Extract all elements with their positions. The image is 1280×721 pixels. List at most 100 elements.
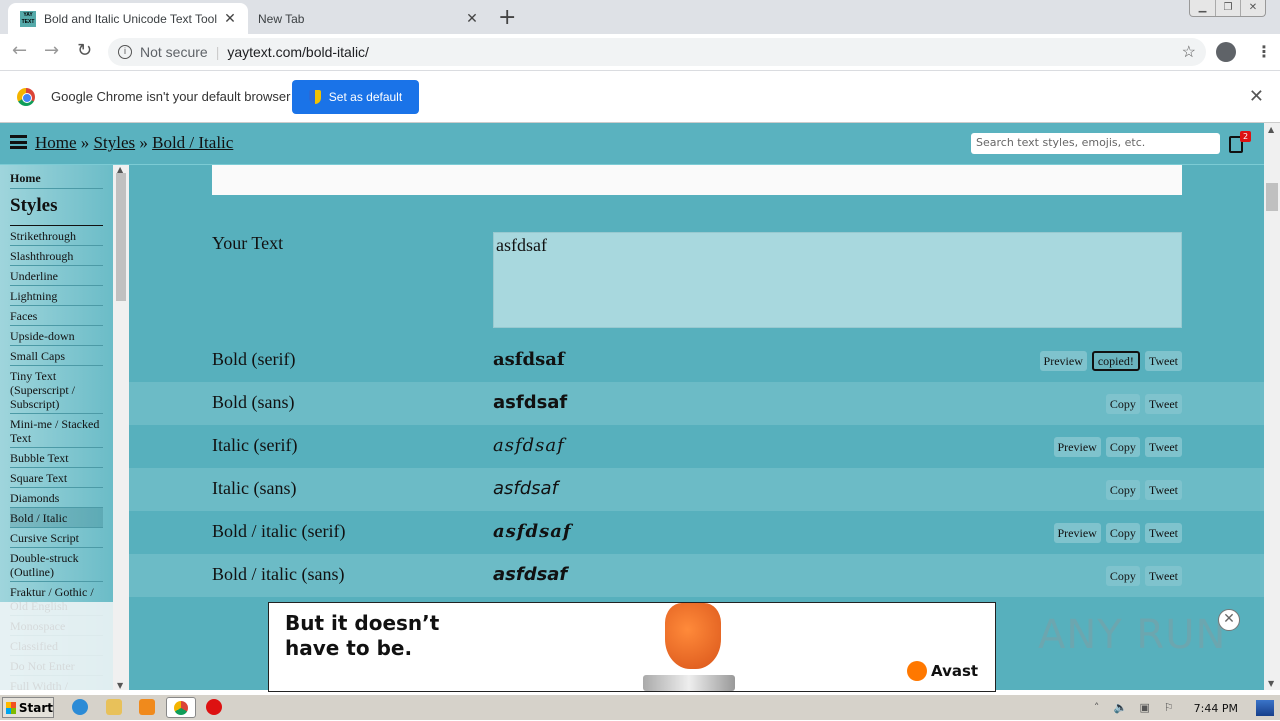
style-row: Italic (sans) asfdsaf Copy Tweet xyxy=(129,468,1264,511)
sidebar-item[interactable]: Mini-me / Stacked Text xyxy=(10,414,103,448)
style-output[interactable]: asfdsaf xyxy=(493,521,572,542)
tweet-button[interactable]: Tweet xyxy=(1144,566,1182,586)
copy-button[interactable]: Copy xyxy=(1105,437,1140,457)
row-actions: Preview copied! Tweet xyxy=(1039,351,1182,371)
sidebar-item[interactable]: Cursive Script xyxy=(10,528,103,548)
sidebar-item[interactable]: Square Text xyxy=(10,468,103,488)
volume-icon[interactable]: 🔈 xyxy=(1114,701,1128,715)
infobar-close-icon[interactable]: ✕ xyxy=(1249,86,1264,107)
sidebar-item[interactable]: Strikethrough xyxy=(10,226,103,246)
divider: | xyxy=(215,44,220,60)
breadcrumb-home[interactable]: Home xyxy=(35,133,77,152)
network-warning-icon[interactable]: ▣ xyxy=(1138,701,1152,715)
sidebar-item[interactable]: Underline xyxy=(10,266,103,286)
tweet-button[interactable]: Tweet xyxy=(1144,351,1182,371)
breadcrumb-styles[interactable]: Styles xyxy=(94,133,136,152)
sidebar-item[interactable]: Small Caps xyxy=(10,346,103,366)
tweet-button[interactable]: Tweet xyxy=(1144,523,1182,543)
tab-yaytext[interactable]: YAY TEXT Bold and Italic Unicode Text To… xyxy=(8,3,248,34)
file-explorer-icon[interactable] xyxy=(106,699,122,715)
breadcrumb-bold-italic[interactable]: Bold / Italic xyxy=(152,133,233,152)
sidebar-item[interactable]: Upside-down xyxy=(10,326,103,346)
style-output[interactable]: asfdsaf xyxy=(493,392,567,413)
sidebar-item[interactable]: Lightning xyxy=(10,286,103,306)
style-label: Bold / italic (serif) xyxy=(212,521,346,541)
scroll-down-arrow-icon[interactable]: ▼ xyxy=(1268,679,1274,688)
forward-arrow-icon[interactable]: → xyxy=(44,40,59,61)
hamburger-menu-icon[interactable] xyxy=(10,135,27,149)
sidebar-item-home[interactable]: Home xyxy=(10,165,103,189)
security-status: Not secure xyxy=(140,44,208,60)
sidebar-item[interactable]: Slashthrough xyxy=(10,246,103,266)
opera-icon[interactable] xyxy=(206,699,222,715)
show-desktop-button[interactable] xyxy=(1256,700,1274,716)
site-header: Home » Styles » Bold / Italic Search tex… xyxy=(0,123,1264,165)
reload-icon[interactable]: ↻ xyxy=(77,40,92,61)
action-center-flag-icon[interactable]: ⚐ xyxy=(1162,701,1176,715)
row-actions: Copy Tweet xyxy=(1105,480,1182,500)
avast-ad-banner[interactable]: But it doesn’t have to be. Avast xyxy=(268,602,996,692)
style-row: Bold (serif) asfdsaf Preview copied! Tweet xyxy=(129,339,1264,382)
style-output[interactable]: asfdsaf xyxy=(493,478,558,499)
site-search-input[interactable]: Search text styles, emojis, etc. xyxy=(971,133,1220,154)
copy-button[interactable]: Copy xyxy=(1105,480,1140,500)
tweet-button[interactable]: Tweet xyxy=(1144,437,1182,457)
style-output[interactable]: asfdsaf xyxy=(493,435,565,456)
ad-headline-line-1: But it doesn’t xyxy=(285,611,440,635)
sidebar-item[interactable]: Diamonds xyxy=(10,488,103,508)
copy-button[interactable]: Copy xyxy=(1105,523,1140,543)
preview-button[interactable]: Preview xyxy=(1053,437,1101,457)
page-scroll-thumb[interactable] xyxy=(1266,183,1278,211)
bookmark-star-icon[interactable]: ☆ xyxy=(1182,42,1196,62)
restore-icon[interactable]: ❐ xyxy=(1215,0,1240,16)
tab-title: Bold and Italic Unicode Text Tool - B xyxy=(44,11,220,26)
sidebar-scroll-thumb[interactable] xyxy=(116,173,126,301)
media-player-icon[interactable] xyxy=(139,699,155,715)
show-hidden-icons-icon[interactable]: ˄ xyxy=(1090,701,1104,715)
set-as-default-button[interactable]: Set as default xyxy=(292,80,419,114)
address-bar[interactable]: i Not secure | yaytext.com/bold-italic/ … xyxy=(108,38,1206,66)
ad-close-icon[interactable]: ✕ xyxy=(1218,609,1240,631)
profile-avatar-icon[interactable] xyxy=(1216,42,1236,62)
preview-button[interactable]: Preview xyxy=(1053,523,1101,543)
sidebar-item[interactable]: Double-struck (Outline) xyxy=(10,548,103,582)
style-output[interactable]: asfdsaf xyxy=(493,349,565,370)
page-scrollbar[interactable]: ▲ ▼ xyxy=(1264,123,1280,690)
your-text-input[interactable]: asfdsaf xyxy=(493,232,1182,328)
sidebar-scrollbar[interactable]: ▲ ▼ xyxy=(113,165,129,690)
tab-close-icon[interactable]: ✕ xyxy=(462,10,482,27)
copy-button[interactable]: Copy xyxy=(1105,394,1140,414)
style-label: Italic (serif) xyxy=(212,435,298,455)
browser-toolbar: ← → ↻ i Not secure | yaytext.com/bold-it… xyxy=(0,34,1280,71)
copy-button[interactable]: Copy xyxy=(1105,566,1140,586)
top-banner-box xyxy=(212,165,1182,195)
sidebar-item[interactable]: Bubble Text xyxy=(10,448,103,468)
chrome-taskbar-button[interactable] xyxy=(166,697,196,718)
new-tab-plus-icon[interactable]: + xyxy=(498,5,516,30)
style-label: Bold / italic (sans) xyxy=(212,564,345,584)
browser-menu-icon[interactable]: ⋮ xyxy=(1256,42,1272,61)
tab-close-icon[interactable]: ✕ xyxy=(220,10,240,27)
back-arrow-icon[interactable]: ← xyxy=(12,40,27,61)
ad-headline: But it doesn’t have to be. xyxy=(285,611,439,661)
scroll-up-arrow-icon[interactable]: ▲ xyxy=(1268,125,1274,134)
preview-button[interactable]: Preview xyxy=(1039,351,1087,371)
start-button[interactable]: Start xyxy=(2,697,54,718)
avast-brand: Avast xyxy=(907,661,978,681)
tab-title: New Tab xyxy=(258,11,305,26)
minimize-icon[interactable]: ▁ xyxy=(1190,0,1215,16)
style-output[interactable]: asfdsaf xyxy=(493,564,567,585)
sidebar-item[interactable]: Tiny Text (Superscript / Subscript) xyxy=(10,366,103,414)
start-label: Start xyxy=(18,700,53,715)
internet-explorer-icon[interactable] xyxy=(72,699,88,715)
infobar-message: Google Chrome isn't your default browser xyxy=(51,89,291,104)
copied-button[interactable]: copied! xyxy=(1091,351,1140,371)
scroll-down-arrow-icon[interactable]: ▼ xyxy=(117,681,123,690)
tweet-button[interactable]: Tweet xyxy=(1144,394,1182,414)
info-icon[interactable]: i xyxy=(118,45,132,59)
tab-new-tab[interactable]: New Tab ✕ xyxy=(248,3,490,34)
window-close-icon[interactable]: ✕ xyxy=(1240,0,1265,16)
tweet-button[interactable]: Tweet xyxy=(1144,480,1182,500)
sidebar-item[interactable]: Bold / Italic xyxy=(10,508,103,528)
sidebar-item[interactable]: Faces xyxy=(10,306,103,326)
